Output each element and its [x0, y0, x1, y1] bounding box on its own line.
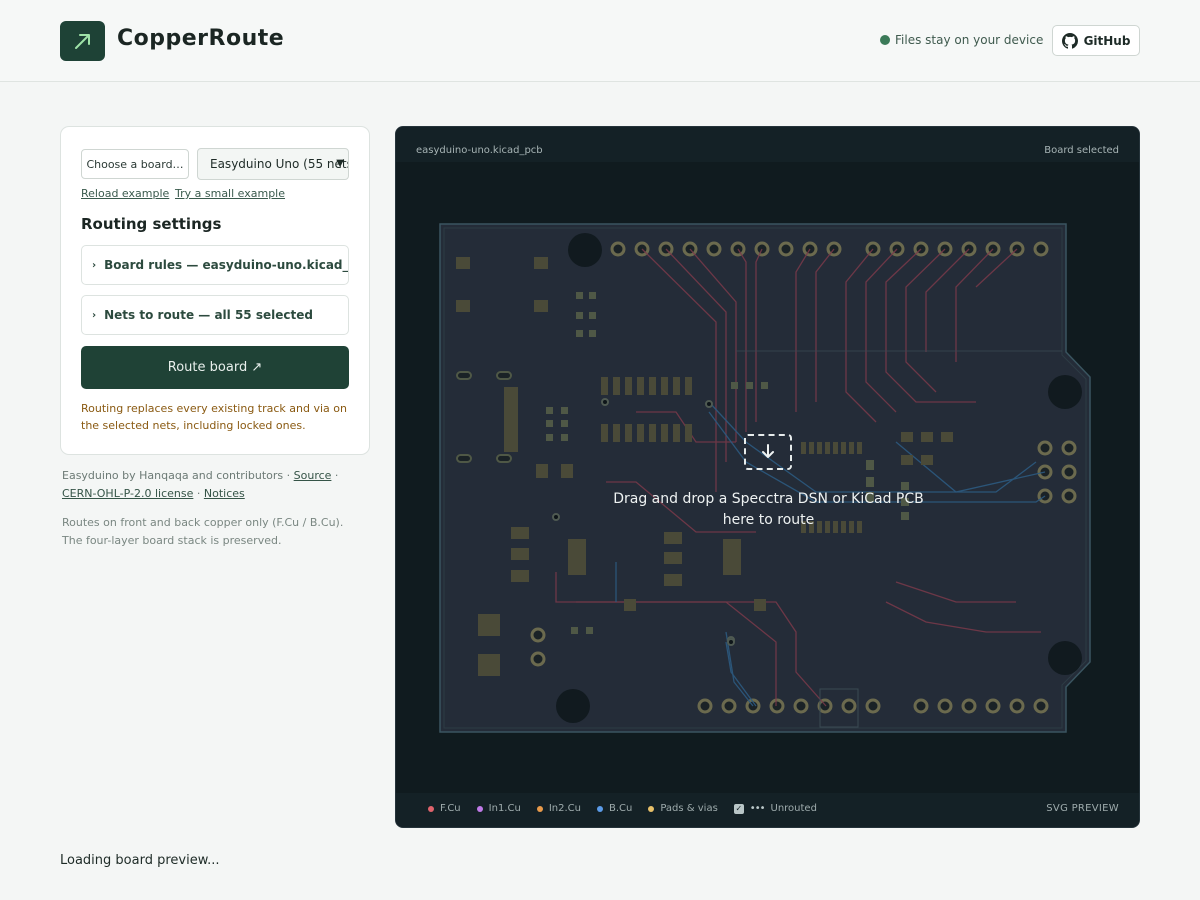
legend-bcu[interactable]: B.Cu: [596, 803, 633, 814]
source-link[interactable]: Source: [294, 469, 332, 482]
privacy-status: Files stay on your device: [880, 33, 1043, 47]
github-button[interactable]: GitHub: [1052, 25, 1140, 56]
legend-label: In1.Cu: [488, 803, 521, 814]
credits-sep: ·: [193, 487, 204, 500]
logo: [60, 21, 105, 61]
status-dot-icon: [880, 35, 890, 45]
copper-note: Routes on front and back copper only (F.…: [62, 516, 344, 547]
preview-toolbar: easyduino-uno.kicad_pcb Board selected: [396, 127, 1139, 162]
legend-pads-vias[interactable]: Pads & vias: [648, 803, 718, 814]
credits: Easyduino by Hanqaqa and contributors · …: [62, 467, 362, 503]
dotted-line-icon: •••: [749, 803, 766, 814]
svg-preview-label: SVG PREVIEW: [1046, 803, 1119, 814]
download-icon: [744, 434, 792, 470]
credits-prefix: Easyduino by Hanqaqa and contributors ·: [62, 469, 294, 482]
board-status: Board selected: [1044, 145, 1119, 156]
route-board-button[interactable]: Route board ↗: [81, 346, 349, 389]
file-name: easyduino-uno.kicad_pcb: [416, 145, 543, 156]
routing-settings-title: Routing settings: [81, 215, 222, 233]
routing-warning: Routing replaces every existing track an…: [81, 402, 347, 432]
board-select-value: Easyduino Uno (55 nets): [210, 157, 349, 171]
legend-label: In2.Cu: [548, 803, 581, 814]
reload-example-link[interactable]: Reload example: [81, 187, 169, 200]
arrow-up-right-icon: [74, 34, 90, 49]
legend-label: F.Cu: [440, 803, 461, 814]
drop-instructions: Drag and drop a Specctra DSN or KiCad PC…: [613, 491, 924, 528]
header: CopperRoute Files stay on your device Gi…: [0, 0, 1200, 82]
legend-fcu[interactable]: F.Cu: [428, 803, 461, 814]
legend-label: Pads & vias: [660, 803, 718, 814]
github-icon: [1061, 32, 1078, 49]
notices-link[interactable]: Notices: [204, 487, 245, 500]
board-select[interactable]: Easyduino Uno (55 nets) ▼: [197, 148, 349, 180]
nets-accordion[interactable]: › Nets to route — all 55 selected: [81, 295, 349, 335]
layer-legend-bar: F.Cu In1.Cu In2.Cu B.Cu Pads & vias ✓ ••…: [396, 793, 1139, 827]
legend-swatch: [536, 805, 543, 812]
chevron-right-icon: ›: [92, 259, 97, 271]
chevron-right-icon: ›: [92, 309, 97, 321]
board-preview[interactable]: easyduino-uno.kicad_pcb Board selected D…: [395, 126, 1140, 828]
pcb-drawing: [439, 223, 1091, 733]
legend-in2cu[interactable]: In2.Cu: [536, 803, 581, 814]
legend-in1cu[interactable]: In1.Cu: [476, 803, 521, 814]
legend-swatch: [476, 805, 483, 812]
credits-sep: ·: [331, 469, 339, 482]
legend-label: B.Cu: [608, 803, 633, 814]
checkbox-checked-icon[interactable]: ✓: [733, 803, 744, 814]
license-link[interactable]: CERN-OHL-P-2.0 license: [62, 487, 193, 500]
settings-panel: Choose a board… Easyduino Uno (55 nets) …: [60, 126, 370, 455]
legend-swatch: [596, 805, 603, 812]
legend-swatch: [648, 805, 655, 812]
choose-board-button[interactable]: Choose a board…: [81, 149, 189, 179]
legend-label: Unrouted: [770, 803, 817, 814]
nets-label: Nets to route — all 55 selected: [104, 308, 313, 322]
chevron-down-icon: ▼: [336, 158, 344, 169]
github-label: GitHub: [1083, 33, 1131, 48]
app-title: CopperRoute: [117, 26, 285, 51]
small-example-link[interactable]: Try a small example: [175, 187, 285, 200]
legend-unrouted[interactable]: ✓ ••• Unrouted: [733, 803, 817, 814]
board-rules-label: Board rules — easyduino-uno.kicad_pro: [104, 258, 349, 272]
layer-legend: F.Cu In1.Cu In2.Cu B.Cu Pads & vias ✓ ••…: [428, 803, 817, 814]
legend-swatch: [428, 805, 434, 812]
loading-status: Loading board preview...: [60, 853, 220, 868]
board-rules-accordion[interactable]: › Board rules — easyduino-uno.kicad_pro: [81, 245, 349, 285]
privacy-text: Files stay on your device: [895, 33, 1044, 47]
